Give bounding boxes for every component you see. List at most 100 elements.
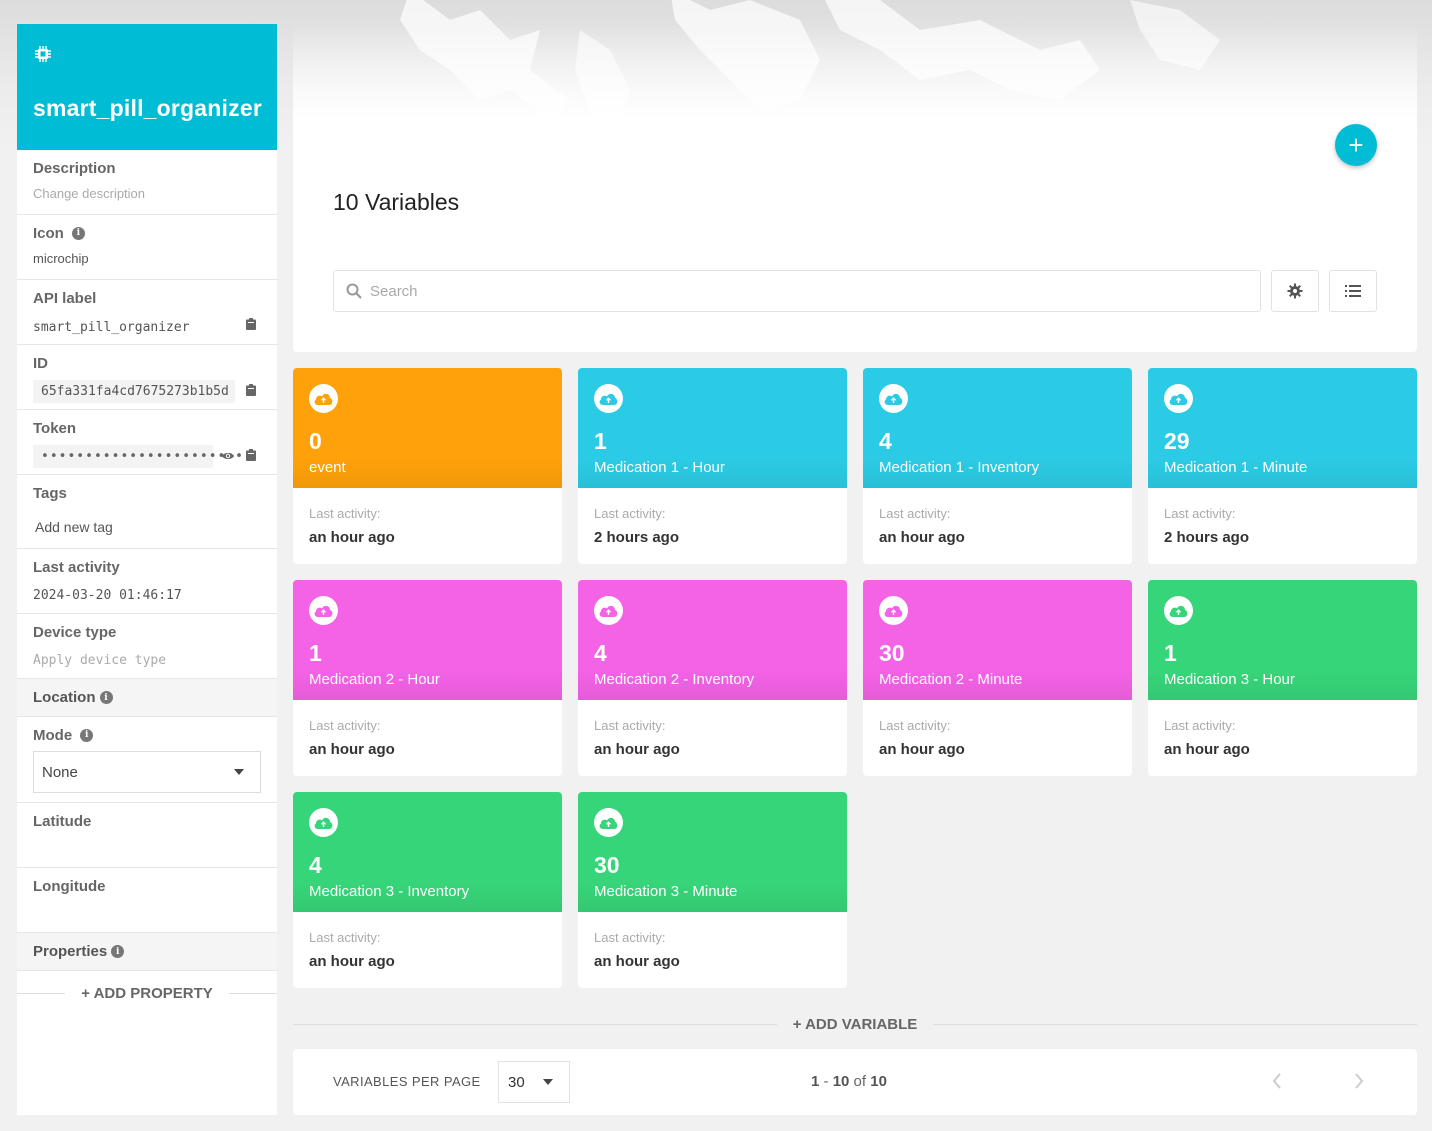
icon-field: Icon i microchip	[17, 215, 277, 280]
variable-card-footer: Last activity: an hour ago	[863, 488, 1132, 564]
caret-down-icon	[543, 1079, 553, 1085]
variable-value: 4	[879, 428, 892, 454]
last-activity-value: an hour ago	[309, 741, 395, 758]
location-section: Location i	[17, 679, 277, 717]
variable-card-header: 29 Medication 1 - Minute	[1148, 368, 1417, 488]
variable-name[interactable]: Medication 3 - Minute	[594, 883, 831, 900]
variable-value: 1	[594, 428, 607, 454]
info-icon[interactable]: i	[71, 226, 85, 240]
latitude-field: Latitude	[17, 803, 277, 868]
variable-value: 1	[309, 640, 322, 666]
divider	[228, 993, 277, 994]
variable-name[interactable]: Medication 3 - Hour	[1164, 671, 1401, 688]
variable-value: 29	[1164, 428, 1190, 454]
search-bar[interactable]: Search	[333, 270, 1261, 312]
next-page-button[interactable]	[1347, 1069, 1371, 1093]
last-activity-label: Last activity:	[1164, 506, 1236, 521]
variable-card[interactable]: 4 Medication 2 - Inventory Last activity: a…	[578, 580, 847, 776]
api-label-label: API label	[33, 289, 97, 307]
variable-name[interactable]: Medication 2 - Inventory	[594, 671, 831, 688]
variable-name[interactable]: Medication 2 - Minute	[879, 671, 1116, 688]
last-activity-label: Last activity:	[594, 718, 666, 733]
description-input[interactable]: Change description	[33, 186, 261, 201]
microchip-icon	[35, 46, 51, 62]
plus-icon: +	[1348, 129, 1364, 160]
variable-card[interactable]: 1 Medication 3 - Hour Last activity: an hou…	[1148, 580, 1417, 776]
variable-name[interactable]: Medication 1 - Minute	[1164, 459, 1401, 476]
add-tag-input[interactable]: Add new tag	[33, 519, 261, 535]
range-total: 10	[870, 1073, 887, 1090]
token-value[interactable]: ••••••••••••••••••••••••	[33, 445, 252, 468]
variable-value: 4	[594, 640, 607, 666]
last-activity-value: an hour ago	[879, 741, 965, 758]
token-field: Token ••••••••••••••••••••••••	[17, 410, 277, 475]
variable-name[interactable]: Medication 2 - Hour	[309, 671, 546, 688]
tags-field: Tags Add new tag	[17, 475, 277, 549]
variable-card-header: 4 Medication 3 - Inventory	[293, 792, 562, 912]
clipboard-icon[interactable]	[246, 449, 256, 461]
mode-label: Mode	[33, 726, 73, 744]
mode-select[interactable]: None	[33, 751, 261, 793]
variable-card-footer: Last activity: an hour ago	[863, 700, 1132, 776]
variable-name[interactable]: Medication 1 - Inventory	[879, 459, 1116, 476]
add-variable-fab[interactable]: +	[1335, 124, 1377, 166]
icon-value[interactable]: microchip	[33, 251, 261, 266]
variable-card[interactable]: 4 Medication 3 - Inventory Last activity: a…	[293, 792, 562, 988]
cloud-upload-glyph	[599, 817, 618, 829]
variables-count-title: 10 Variables	[333, 189, 460, 215]
variable-card[interactable]: 30 Medication 3 - Minute Last activity: an …	[578, 792, 847, 988]
variable-card[interactable]: 1 Medication 2 - Hour Last activity: an hou…	[293, 580, 562, 776]
info-icon[interactable]: i	[99, 691, 113, 704]
per-page-select[interactable]: 30	[498, 1061, 570, 1103]
device-name[interactable]: smart_pill_organizer	[33, 95, 262, 122]
per-page-value: 30	[508, 1073, 525, 1091]
variable-name[interactable]: Medication 1 - Hour	[594, 459, 831, 476]
variable-card-header: 0 event	[293, 368, 562, 488]
search-icon	[346, 283, 362, 299]
variable-card[interactable]: 1 Medication 1 - Hour Last activity: 2 hour…	[578, 368, 847, 564]
last-activity-label: Last activity:	[594, 506, 666, 521]
cloud-upload-glyph	[1169, 393, 1188, 405]
search-input[interactable]: Search	[370, 283, 418, 300]
variable-card[interactable]: 0 event Last activity: an hour ago	[293, 368, 562, 564]
device-type-field: Device type Apply device type	[17, 614, 277, 679]
variable-card-header: 4 Medication 1 - Inventory	[863, 368, 1132, 488]
clipboard-icon[interactable]	[246, 384, 256, 396]
info-icon[interactable]: i	[111, 945, 125, 958]
variable-value: 1	[1164, 640, 1177, 666]
variable-card-footer: Last activity: 2 hours ago	[1148, 488, 1417, 564]
id-value[interactable]: 65fa331fa4cd7675273b1b5d	[33, 380, 235, 403]
prev-page-button[interactable]	[1265, 1069, 1289, 1093]
list-view-button[interactable]	[1329, 270, 1377, 312]
device-type-value[interactable]: Apply device type	[33, 653, 261, 668]
last-activity-value: an hour ago	[879, 529, 965, 546]
variable-name[interactable]: Medication 3 - Inventory	[309, 883, 546, 900]
cloud-upload-icon	[1164, 384, 1193, 413]
tags-label: Tags	[33, 484, 67, 502]
variable-card[interactable]: 30 Medication 2 - Minute Last activity: an …	[863, 580, 1132, 776]
cloud-upload-glyph	[599, 393, 618, 405]
cloud-upload-icon	[309, 384, 338, 413]
divider	[293, 1024, 777, 1025]
cloud-upload-icon	[879, 596, 908, 625]
add-property-button[interactable]: + ADD PROPERTY	[65, 985, 229, 1002]
variable-card[interactable]: 29 Medication 1 - Minute Last activity: 2 h…	[1148, 368, 1417, 564]
add-variable-button[interactable]: + ADD VARIABLE	[777, 1016, 934, 1033]
variable-card-header: 1 Medication 2 - Hour	[293, 580, 562, 700]
info-icon[interactable]: i	[80, 728, 94, 742]
last-activity-label: Last activity:	[879, 506, 951, 521]
eye-icon[interactable]	[221, 451, 235, 461]
variable-value: 30	[594, 852, 620, 878]
variable-card[interactable]: 4 Medication 1 - Inventory Last activity: a…	[863, 368, 1132, 564]
clipboard-icon[interactable]	[246, 318, 256, 330]
description-field: Description Change description	[17, 150, 277, 215]
settings-button[interactable]	[1271, 270, 1319, 312]
api-label-value[interactable]: smart_pill_organizer	[33, 320, 261, 335]
last-activity-value: 2 hours ago	[1164, 529, 1250, 546]
variable-card-header: 30 Medication 3 - Minute	[578, 792, 847, 912]
cloud-upload-icon	[879, 384, 908, 413]
variable-name[interactable]: event	[309, 459, 546, 476]
cloud-upload-icon	[594, 384, 623, 413]
last-activity-value: an hour ago	[309, 529, 395, 546]
range-of: of	[853, 1073, 867, 1090]
